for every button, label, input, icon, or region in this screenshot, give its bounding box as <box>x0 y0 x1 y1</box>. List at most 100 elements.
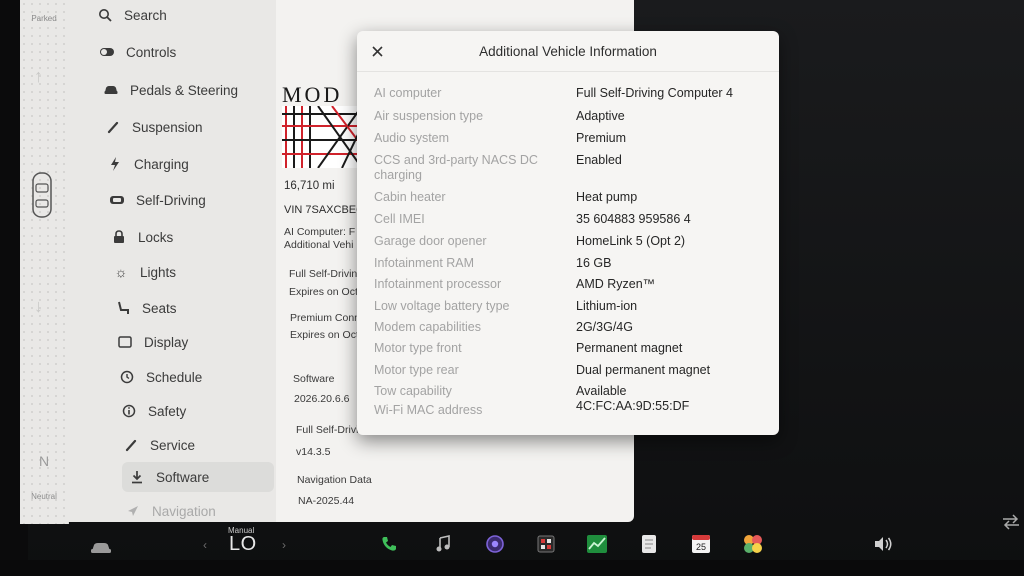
premium-connectivity-expiry: Expires on Oct <box>290 329 359 341</box>
notes-icon[interactable] <box>636 532 662 556</box>
software-label: Software <box>293 373 335 385</box>
info-label: Motor type rear <box>374 363 459 377</box>
fsd-label: Full Self-Drivin <box>296 424 365 436</box>
navigation-data-version: NA-2025.44 <box>298 495 355 507</box>
info-label: AI computer <box>374 86 442 100</box>
menu-label: Pedals & Steering <box>130 82 239 98</box>
neutral-label: Neutral <box>31 492 57 501</box>
info-label: Air suspension type <box>374 109 484 123</box>
bolt-icon <box>106 155 124 173</box>
fsd-package-expiry: Expires on Oct <box>289 286 358 298</box>
menu-label: Lights <box>140 264 177 280</box>
dialog-header: Additional Vehicle Information <box>357 31 779 72</box>
info-value: Lithium-ion <box>576 299 638 313</box>
info-label: CCS and 3rd-party NACS DC charging <box>374 153 538 182</box>
menu-item-software[interactable]: Software <box>122 462 274 492</box>
ai-computer-summary: AI Computer: F <box>284 226 356 238</box>
info-value: Premium <box>576 131 627 145</box>
car-icon[interactable] <box>88 536 114 560</box>
menu-item-suspension[interactable]: Suspension <box>104 112 304 142</box>
info-icon <box>120 402 138 420</box>
info-label: Low voltage battery type <box>374 299 510 313</box>
menu-label: Self-Driving <box>136 192 206 208</box>
fsd-version: v14.3.5 <box>296 446 331 458</box>
car-top-view-icon <box>32 172 52 218</box>
info-value: Heat pump <box>576 190 638 204</box>
menu-label: Charging <box>134 156 189 172</box>
download-icon <box>128 468 146 486</box>
info-label: Cell IMEI <box>374 212 425 226</box>
additional-vehicle-info-dialog: Additional Vehicle Information AI comput… <box>357 31 779 435</box>
info-label: Wi-Fi MAC address <box>374 403 483 417</box>
display-icon <box>116 333 134 351</box>
clock-icon <box>118 368 136 386</box>
odometer: 16,710 mi <box>284 180 335 192</box>
info-label: Motor type front <box>374 341 462 355</box>
menu-label: Locks <box>138 229 174 245</box>
navigation-data-label: Navigation Data <box>297 474 372 486</box>
temp-increase-icon[interactable]: › <box>282 538 286 552</box>
drive-mode-strip[interactable]: Parked ↑ ↓ N Neutral <box>20 0 69 524</box>
info-label: Cabin heater <box>374 190 446 204</box>
chart-icon[interactable] <box>584 532 610 556</box>
calendar-icon[interactable]: 25 <box>688 532 714 556</box>
info-value: Enabled <box>576 153 622 167</box>
music-icon[interactable] <box>430 532 456 556</box>
menu-item-pedals-steering[interactable]: Pedals & Steering <box>102 75 302 105</box>
menu-label: Controls <box>126 44 177 60</box>
info-value: Available <box>576 384 627 398</box>
bezel-bottom <box>0 560 1024 576</box>
search-icon <box>96 6 114 24</box>
dialog-title: Additional Vehicle Information <box>479 44 657 59</box>
info-value: Dual permanent magnet <box>576 363 711 377</box>
phone-icon[interactable] <box>376 532 402 556</box>
parked-label: Parked <box>31 14 57 23</box>
climate-temperature[interactable]: LO <box>229 533 257 556</box>
info-value: Permanent magnet <box>576 341 683 355</box>
menu-label: Search <box>124 7 167 23</box>
taskbar: ‹ Manual LO › 25 <box>0 514 1024 564</box>
vin: VIN 7SAXCBE6 <box>284 204 363 216</box>
menu-label: Safety <box>148 403 187 419</box>
menu-label: Navigation <box>152 503 216 519</box>
volume-icon[interactable] <box>870 532 896 556</box>
info-label: Tow capability <box>374 384 452 398</box>
menu-label: Schedule <box>146 369 203 385</box>
menu-label: Display <box>144 334 189 350</box>
additional-vehicle-info-link[interactable]: Additional Vehi <box>284 239 353 251</box>
wrench-icon <box>104 118 122 136</box>
info-value: AMD Ryzen™ <box>576 277 656 291</box>
info-value: 35 604883 959586 4 <box>576 212 691 226</box>
software-version: 2026.20.6.6 <box>294 393 350 405</box>
arrow-up-icon: ↑ <box>34 66 43 86</box>
car-icon <box>102 81 120 99</box>
menu-label: Service <box>150 437 196 453</box>
info-label: Modem capabilities <box>374 320 481 334</box>
info-label: Infotainment processor <box>374 277 502 291</box>
toggle-icon <box>98 43 116 61</box>
camera-icon[interactable] <box>482 532 508 556</box>
dashcam-icon[interactable] <box>533 532 559 556</box>
model-artwork <box>282 106 362 168</box>
temp-decrease-icon[interactable]: ‹ <box>203 538 207 552</box>
apps-icon[interactable] <box>740 532 766 556</box>
info-label: Garage door opener <box>374 234 487 248</box>
wrench-icon <box>122 436 140 454</box>
menu-item-controls[interactable]: Controls <box>98 37 298 67</box>
sun-icon: ☼ <box>114 264 128 280</box>
model-logo: MOD <box>282 82 343 107</box>
info-value: Adaptive <box>576 109 625 123</box>
steering-wheel-icon <box>108 191 126 209</box>
lock-icon <box>110 228 128 246</box>
info-value: HomeLink 5 (Opt 2) <box>576 234 686 248</box>
menu-label: Software <box>156 469 210 485</box>
calendar-day: 25 <box>696 542 706 552</box>
gear-indicator: N <box>38 453 50 469</box>
seat-icon <box>114 299 132 317</box>
swap-icon[interactable] <box>998 510 1024 534</box>
menu-item-search[interactable]: Search <box>96 0 296 30</box>
menu-label: Seats <box>142 300 177 316</box>
info-value: Full Self-Driving Computer 4 <box>576 86 733 100</box>
arrow-down-icon: ↓ <box>34 296 43 316</box>
info-value: 4C:FC:AA:9D:55:DF <box>576 399 690 413</box>
